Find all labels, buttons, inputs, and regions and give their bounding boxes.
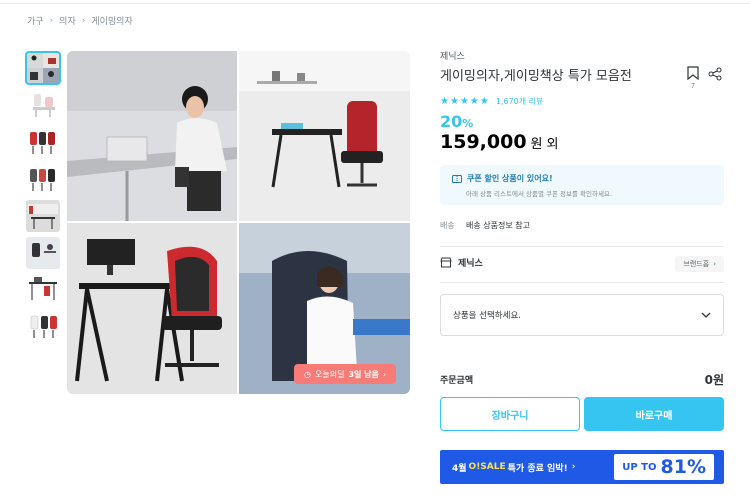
banner-prefix: 4월 (452, 463, 467, 474)
coupon-icon (452, 174, 462, 183)
thumbnail-7[interactable] (26, 274, 60, 306)
chevron-right-icon: › (571, 462, 576, 472)
star-icon: ★ (469, 95, 479, 107)
price: 159,000 원 외 (440, 131, 558, 153)
chevron-right-icon: › (713, 260, 716, 268)
option-select-placeholder: 상품을 선택하세요. (453, 311, 521, 321)
top-border (0, 0, 750, 4)
order-total-label: 주문금액 (440, 376, 474, 386)
product-main-image[interactable] (67, 51, 410, 394)
discount-value: 20 (440, 112, 463, 131)
chevron-right-icon: › (382, 369, 387, 379)
breadcrumb-item-furniture[interactable]: 가구 (27, 14, 44, 27)
promo-banner[interactable]: 4월 O!SALE 특가 종료 임박! › UP TO 81% (440, 450, 724, 484)
divider (440, 246, 724, 247)
banner-upto: UP TO (622, 461, 657, 473)
seller-row: 제닉스 브랜드홈 › (440, 256, 724, 272)
thumbnail-1[interactable] (25, 51, 61, 85)
discount-unit: % (462, 117, 474, 130)
thumbnail-5[interactable] (26, 200, 60, 232)
chevron-right-icon: › (81, 15, 86, 26)
bookmark-count: 7 (690, 82, 696, 90)
breadcrumb: 가구 › 의자 › 게이밍의자 (27, 14, 133, 28)
price-unit: 원 (530, 137, 543, 152)
share-icon (708, 67, 722, 81)
thumbnail-3[interactable] (26, 126, 60, 158)
shipping-value: 배송 상품정보 참고 (466, 221, 530, 230)
clock-icon: ◷ (304, 369, 311, 379)
coupon-description: 아래 상품 리스트에서 상품별 쿠폰 정보를 확인하세요. (466, 190, 613, 198)
chevron-down-icon (701, 312, 711, 318)
banner-percent: 81% (660, 456, 706, 478)
star-icon: ★ (440, 95, 449, 107)
store-icon (440, 257, 452, 268)
thumbnail-4[interactable] (26, 163, 60, 195)
shipping-info: 배송 배송 상품정보 참고 (440, 220, 530, 231)
seller-name[interactable]: 제닉스 (458, 256, 483, 269)
deal-timer-badge[interactable]: ◷ 오늘의딜 3일 남음 › (294, 364, 397, 384)
breadcrumb-item-chair[interactable]: 의자 (59, 14, 76, 27)
bookmark-button[interactable]: 7 (685, 65, 701, 90)
bookmark-icon (687, 66, 699, 81)
banner-highlight: O!SALE (468, 462, 506, 472)
timer-remaining: 3일 남음 (348, 369, 379, 379)
banner-upto-badge: UP TO 81% (614, 454, 714, 480)
rating-row[interactable]: ★ ★ ★ ★ ★ 1,670개 리뷰 (440, 96, 543, 107)
thumbnail-2[interactable] (26, 89, 60, 121)
order-total: 주문금액 0원 (440, 371, 724, 388)
review-count[interactable]: 1,670개 리뷰 (496, 96, 544, 107)
star-icon: ★ (459, 95, 469, 107)
thumbnail-8[interactable] (26, 311, 60, 343)
coupon-title: 쿠폰 할인 상품이 있어요! (467, 174, 553, 183)
product-title: 게이밍의자,게이밍책상 특가 모음전 (440, 69, 632, 84)
banner-suffix: 특가 종료 임박! (507, 463, 568, 474)
order-total-value: 0원 (704, 373, 724, 387)
breadcrumb-item-gaming-chair[interactable]: 게이밍의자 (91, 14, 132, 27)
discount-rate: 20% (440, 112, 473, 131)
price-suffix: 외 (546, 137, 559, 152)
thumbnail-list (25, 51, 61, 348)
coupon-notice: 쿠폰 할인 상품이 있어요! 아래 상품 리스트에서 상품별 쿠폰 정보를 확인… (440, 165, 724, 205)
shipping-label: 배송 (440, 221, 455, 230)
share-button[interactable] (708, 66, 722, 85)
add-to-cart-button[interactable]: 장바구니 (440, 397, 580, 431)
divider (440, 282, 724, 283)
timer-label: 오늘의딜 (314, 369, 345, 379)
brand-name[interactable]: 제닉스 (440, 49, 465, 62)
price-value: 159,000 (440, 131, 527, 153)
coupon-title-row: 쿠폰 할인 상품이 있어요! (452, 173, 712, 184)
brand-home-label: 브랜드홈 (683, 260, 710, 268)
option-select[interactable]: 상품을 선택하세요. (440, 294, 724, 336)
star-icon: ★ (449, 95, 459, 107)
buy-now-button[interactable]: 바로구매 (584, 397, 724, 431)
star-icon: ★ (479, 95, 489, 107)
chevron-right-icon: › (49, 15, 54, 26)
brand-home-button[interactable]: 브랜드홈 › (675, 256, 724, 272)
thumbnail-6[interactable] (26, 237, 60, 269)
